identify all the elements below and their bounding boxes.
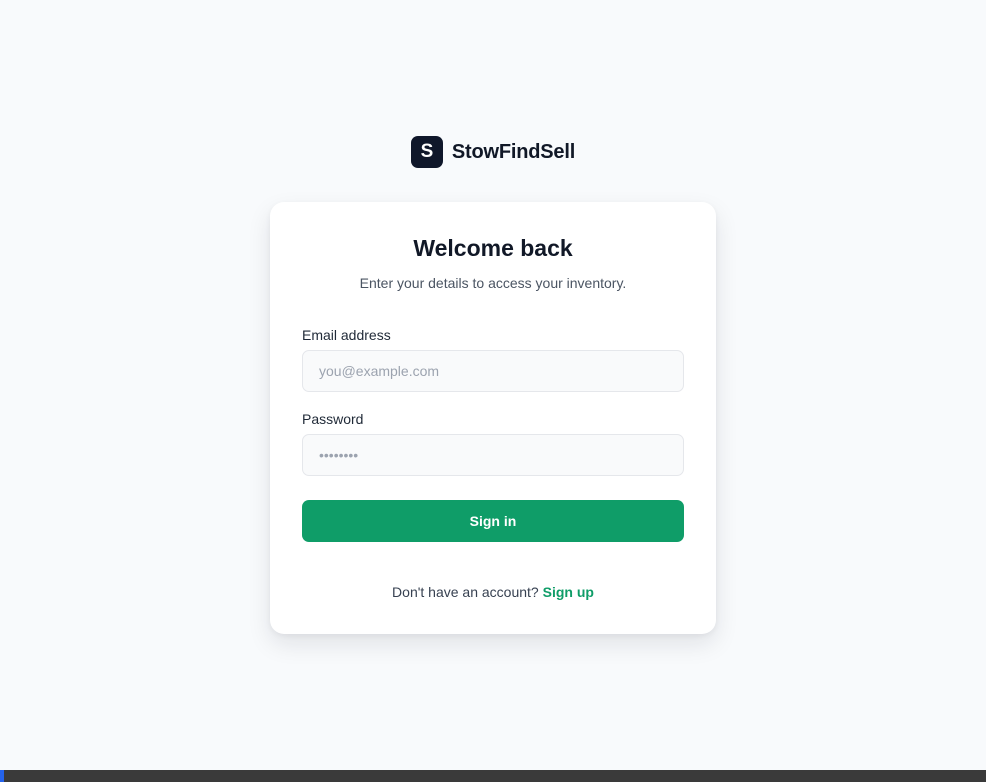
page-subtitle: Enter your details to access your invent… (359, 275, 627, 291)
bottom-bar-accent (0, 770, 4, 782)
sign-up-link[interactable]: Sign up (543, 584, 594, 600)
login-page: S StowFindSell Welcome back Enter your d… (0, 0, 986, 782)
signup-prompt: Don't have an account? Sign up (270, 584, 716, 600)
sign-in-button[interactable]: Sign in (302, 500, 684, 542)
password-field[interactable] (302, 434, 684, 476)
login-card: Welcome back Enter your details to acces… (270, 202, 716, 634)
signup-prompt-text: Don't have an account? (392, 584, 543, 600)
brand-mark: S (410, 136, 443, 168)
brand-logo: S StowFindSell (0, 136, 986, 168)
email-label: Email address (302, 327, 391, 343)
email-field[interactable] (302, 350, 684, 392)
password-label: Password (302, 411, 364, 427)
brand-name: StowFindSell (451, 140, 576, 163)
bottom-bar (0, 770, 986, 782)
page-title: Welcome back (413, 235, 573, 261)
